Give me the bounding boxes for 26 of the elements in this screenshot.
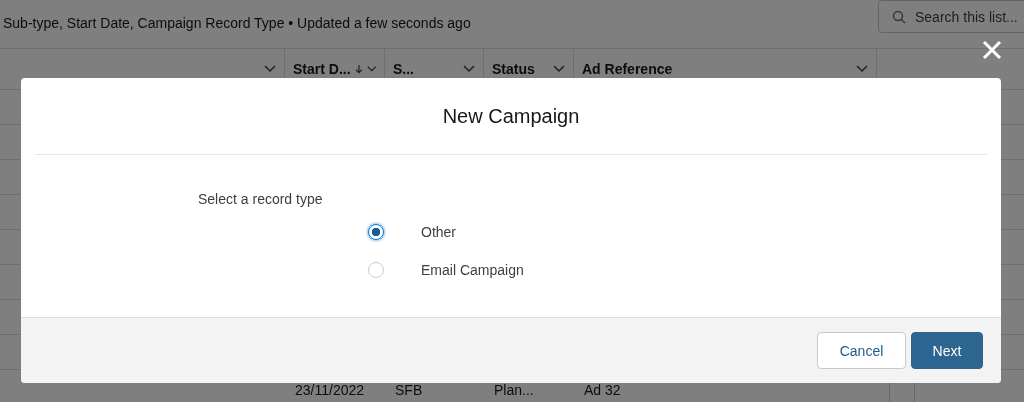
sort-arrow-icon	[354, 63, 363, 75]
column-label: S...	[393, 61, 414, 77]
close-button[interactable]	[980, 38, 1004, 62]
table-cell: Plan...	[494, 382, 534, 398]
table-cell: 23/11/2022	[295, 382, 365, 398]
chevron-down-icon	[264, 65, 276, 73]
table-cell: Ad 32	[584, 382, 621, 398]
cancel-button[interactable]: Cancel	[817, 332, 906, 369]
chevron-down-icon	[856, 65, 868, 73]
chevron-down-icon	[463, 65, 475, 73]
search-field[interactable]: Search this list...	[878, 0, 1024, 33]
search-icon	[892, 10, 906, 24]
radio-label[interactable]: Email Campaign	[421, 262, 524, 278]
close-icon	[982, 40, 1002, 60]
column-label: Status	[492, 61, 535, 77]
next-button[interactable]: Next	[911, 332, 983, 369]
field-label: Select a record type	[198, 191, 324, 207]
chevron-down-icon	[553, 65, 565, 73]
radio-label[interactable]: Other	[421, 224, 456, 240]
column-label: Ad Reference	[582, 61, 673, 77]
column-label: Start D...	[293, 61, 351, 77]
list-subtitle: Sub-type, Start Date, Campaign Record Type • Updated a few seconds ago	[3, 15, 471, 31]
radio-button[interactable]	[368, 224, 384, 240]
modal-title: New Campaign	[442, 104, 580, 128]
table-cell: SFB	[395, 382, 423, 398]
chevron-down-icon	[366, 65, 376, 73]
